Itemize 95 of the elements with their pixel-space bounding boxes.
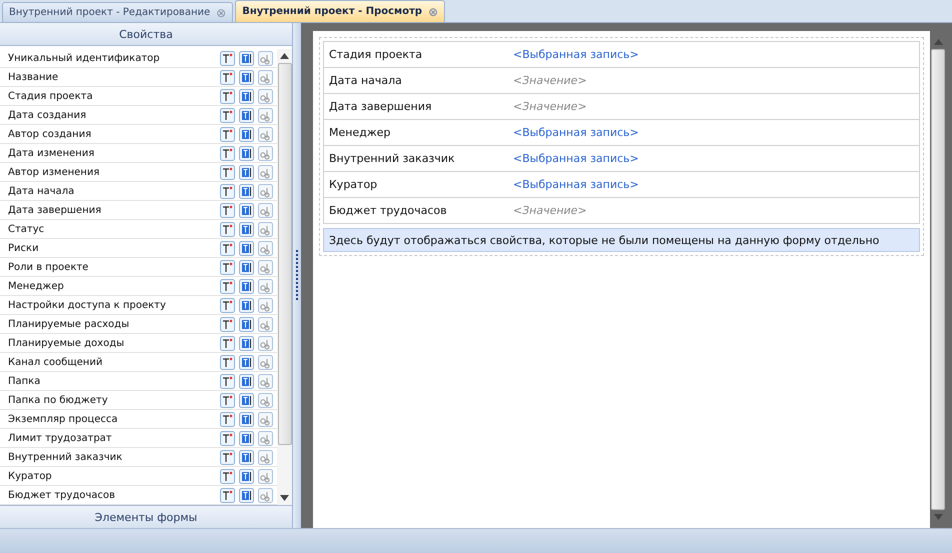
text-field-icon[interactable] bbox=[239, 430, 254, 446]
property-name: Канал сообщений bbox=[8, 356, 104, 368]
clear-format-icon[interactable] bbox=[220, 374, 235, 388]
clear-format-icon[interactable] bbox=[220, 146, 235, 160]
text-field-icon[interactable] bbox=[239, 336, 254, 350]
property-name: Уникальный идентификатор bbox=[8, 52, 161, 64]
clear-format-icon[interactable] bbox=[220, 392, 235, 408]
text-field-icon[interactable] bbox=[239, 164, 254, 180]
text-field-icon[interactable] bbox=[239, 260, 254, 274]
text-field-icon[interactable] bbox=[239, 88, 254, 104]
text-field-icon[interactable] bbox=[239, 316, 254, 332]
field-value: <Значение> bbox=[513, 74, 587, 87]
field-value[interactable]: <Выбранная запись> bbox=[513, 48, 639, 61]
property-name: Статус bbox=[8, 224, 46, 234]
clear-format-icon[interactable] bbox=[220, 468, 235, 484]
tab-label: Внутренний проект - Просмотр bbox=[242, 6, 422, 17]
property-name: Автор создания bbox=[8, 128, 92, 140]
clear-format-icon[interactable] bbox=[220, 164, 235, 180]
property-name: Планируемые доходы bbox=[8, 338, 126, 348]
property-name: Менеджер bbox=[8, 280, 65, 292]
property-name: Риски bbox=[8, 242, 40, 254]
clear-format-icon[interactable] bbox=[220, 412, 235, 426]
text-field-icon[interactable] bbox=[239, 468, 254, 484]
text-field-icon[interactable] bbox=[239, 488, 254, 502]
text-field-icon[interactable] bbox=[239, 126, 254, 142]
text-field-icon[interactable] bbox=[239, 50, 254, 66]
text-field-icon[interactable] bbox=[239, 146, 254, 160]
clear-format-icon[interactable] bbox=[220, 70, 235, 84]
field-label: Внутренний заказчик bbox=[329, 152, 456, 165]
text-field-icon[interactable] bbox=[239, 70, 254, 84]
field-value[interactable]: <Выбранная запись> bbox=[513, 126, 639, 139]
clear-format-icon[interactable] bbox=[220, 126, 235, 142]
clear-format-icon[interactable] bbox=[220, 430, 235, 446]
clear-format-icon[interactable] bbox=[220, 202, 235, 218]
property-name: Бюджет трудочасов bbox=[8, 490, 116, 500]
field-value[interactable]: <Выбранная запись> bbox=[513, 178, 639, 191]
field-value[interactable]: <Выбранная запись> bbox=[513, 152, 639, 165]
property-name: Лимит трудозатрат bbox=[8, 432, 113, 444]
clear-format-icon[interactable] bbox=[220, 240, 235, 256]
clear-format-icon[interactable] bbox=[220, 298, 235, 312]
text-field-icon[interactable] bbox=[239, 450, 254, 464]
clear-format-icon[interactable] bbox=[220, 278, 235, 294]
document-tab[interactable]: Внутренний проект - Просмотр ⊗ bbox=[235, 0, 446, 22]
text-field-icon[interactable] bbox=[239, 354, 254, 370]
text-field-icon[interactable] bbox=[239, 298, 254, 312]
text-field-icon[interactable] bbox=[239, 184, 254, 198]
clear-format-icon[interactable] bbox=[220, 336, 235, 350]
text-field-icon[interactable] bbox=[239, 374, 254, 388]
document-tab[interactable]: Внутренний проект - Редактирование ⊗ bbox=[2, 2, 234, 22]
field-value: <Значение> bbox=[513, 204, 587, 217]
scroll-up-icon[interactable] bbox=[280, 53, 289, 59]
text-field-icon[interactable] bbox=[239, 108, 254, 122]
scroll-down-icon[interactable] bbox=[280, 495, 289, 501]
property-name: Дата создания bbox=[8, 110, 88, 120]
clear-format-icon[interactable] bbox=[220, 50, 235, 66]
property-name: Стадия проекта bbox=[8, 90, 94, 102]
text-field-icon[interactable] bbox=[239, 278, 254, 294]
clear-format-icon[interactable] bbox=[220, 108, 235, 122]
text-field-icon[interactable] bbox=[239, 392, 254, 408]
property-name: Роли в проекте bbox=[8, 262, 90, 272]
clear-format-icon[interactable] bbox=[220, 316, 235, 332]
property-name: Папка bbox=[8, 376, 42, 386]
field-label: Куратор bbox=[329, 178, 378, 191]
property-name: Дата изменения bbox=[8, 148, 96, 158]
clear-format-icon[interactable] bbox=[220, 450, 235, 464]
property-name: Название bbox=[8, 72, 60, 82]
text-field-icon[interactable] bbox=[239, 412, 254, 426]
text-field-icon[interactable] bbox=[239, 240, 254, 256]
text-field-icon[interactable] bbox=[239, 202, 254, 218]
clear-format-icon[interactable] bbox=[220, 88, 235, 104]
clear-format-icon[interactable] bbox=[220, 488, 235, 502]
text-field-icon[interactable] bbox=[239, 222, 254, 236]
clear-format-icon[interactable] bbox=[220, 354, 235, 370]
property-name: Куратор bbox=[8, 470, 53, 482]
property-name: Экземпляр процесса bbox=[8, 414, 119, 424]
property-name: Дата завершения bbox=[8, 204, 102, 216]
field-label: Бюджет трудочасов bbox=[329, 204, 448, 217]
clear-format-icon[interactable] bbox=[220, 222, 235, 236]
field-label: Стадия проекта bbox=[329, 48, 424, 61]
field-value: <Значение> bbox=[513, 100, 587, 113]
tab-label: Внутренний проект - Редактирование bbox=[9, 7, 210, 18]
panel-header[interactable]: Свойства bbox=[0, 23, 292, 46]
info-note: Здесь будут отображаться свойства, которые не были помещены на данную форму отдельно bbox=[323, 228, 920, 252]
clear-format-icon[interactable] bbox=[220, 184, 235, 198]
property-name: Настройки доступа к проекту bbox=[8, 300, 167, 310]
property-name: Автор изменения bbox=[8, 166, 100, 178]
field-label: Дата начала bbox=[329, 74, 403, 87]
clear-format-icon[interactable] bbox=[220, 260, 235, 274]
property-name: Папка по бюджету bbox=[8, 394, 109, 406]
panel-footer[interactable]: Элементы формы bbox=[0, 505, 292, 528]
property-name: Внутренний заказчик bbox=[8, 452, 124, 462]
field-label: Менеджер bbox=[329, 126, 392, 139]
property-name: Планируемые расходы bbox=[8, 318, 130, 330]
field-label: Дата завершения bbox=[329, 100, 433, 113]
property-name: Дата начала bbox=[8, 186, 76, 196]
